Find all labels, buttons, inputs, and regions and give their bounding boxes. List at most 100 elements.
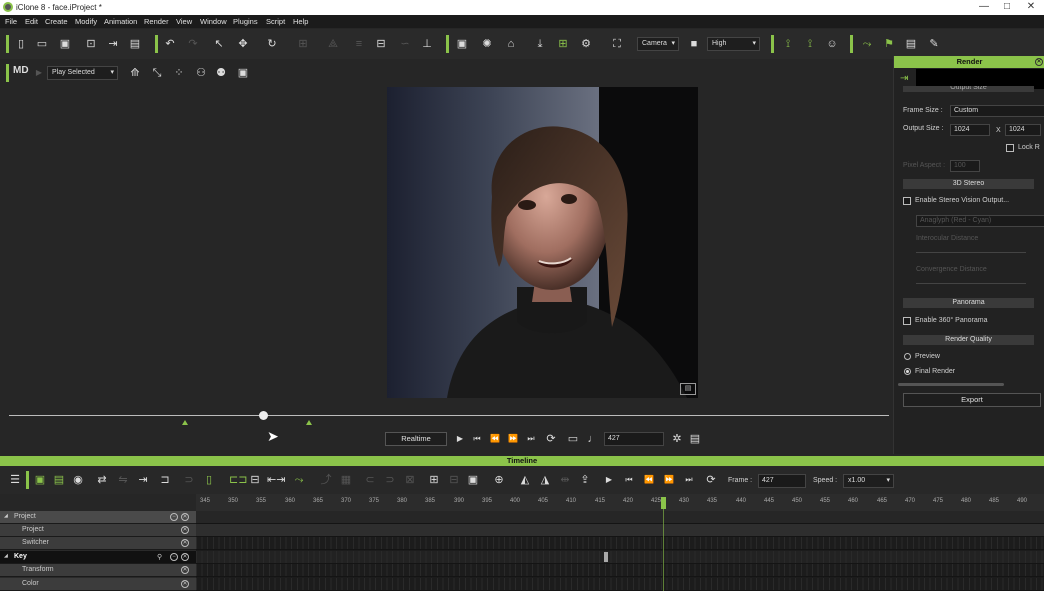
menu-file[interactable]: File	[5, 17, 17, 26]
playbar-options-icon[interactable]: ▤	[688, 432, 702, 446]
range-start-marker[interactable]	[182, 420, 188, 425]
track-lane[interactable]	[196, 551, 1044, 564]
time-slider-handle[interactable]	[259, 411, 268, 420]
stereo-heading[interactable]: 3D Stereo	[903, 179, 1034, 189]
video-camera-icon[interactable]: ■	[687, 37, 701, 51]
close-circle-icon[interactable]: ✕	[181, 526, 189, 534]
subtitle-icon[interactable]: ▭	[566, 432, 580, 446]
group-icon[interactable]: ⚉	[214, 66, 228, 80]
comment-icon[interactable]: ▤	[680, 383, 696, 395]
undo-icon[interactable]: ↶	[163, 37, 177, 51]
new-file-icon[interactable]: ▯	[14, 37, 28, 51]
distribute-icon[interactable]: ⊟	[374, 37, 388, 51]
timeline-play-icon[interactable]: ▶	[602, 473, 616, 487]
timeline-next-icon[interactable]: ⏩	[662, 473, 676, 487]
import-icon[interactable]: ⊡	[84, 37, 98, 51]
delete-key-icon[interactable]: ⊠	[403, 473, 417, 487]
quality-select[interactable]: High ▾	[707, 37, 760, 51]
music-note-icon[interactable]: ♩	[586, 432, 600, 446]
zoom-icon[interactable]: ⊕	[492, 473, 506, 487]
speed-icon[interactable]: ⊃	[182, 473, 196, 487]
track-row-transform[interactable]: Transform ✕	[0, 564, 196, 577]
split-icon[interactable]: ⊟	[248, 473, 262, 487]
viewport-icon[interactable]: ▣	[455, 37, 469, 51]
fit-range-icon[interactable]: ⇤⇥	[267, 473, 285, 487]
output-width-field[interactable]: 1024	[950, 124, 990, 136]
remove-key-icon[interactable]: ⊟	[447, 473, 461, 487]
go-to-start-icon[interactable]: ⏮	[470, 432, 484, 446]
track-list-icon[interactable]: ☰	[8, 473, 22, 487]
close-panel-icon[interactable]: ✕	[1035, 58, 1043, 66]
export-icon[interactable]: ⇥	[106, 37, 120, 51]
track-row-project[interactable]: Project ✕	[0, 524, 196, 537]
timeline-ruler[interactable]: 345 350 355 360 365 370 375 380 385 390 …	[196, 494, 1044, 511]
track-row-project-group[interactable]: ◢ Project − ✕	[0, 511, 196, 524]
render-preview[interactable]: ▤	[387, 87, 698, 398]
pose-icon[interactable]: ⟟	[781, 37, 795, 51]
blend-icon[interactable]: ▯	[202, 473, 216, 487]
maximize-button[interactable]: □	[1000, 1, 1014, 13]
track-row-switcher[interactable]: Switcher ✕	[0, 537, 196, 550]
pixel-aspect-field[interactable]: 100	[950, 160, 980, 172]
play-icon[interactable]: ▶	[32, 66, 46, 80]
export-render-icon[interactable]: ⇥	[900, 73, 908, 84]
collapse-icon[interactable]: ◢	[4, 553, 8, 559]
close-button[interactable]: ✕	[1024, 1, 1038, 13]
stereo-mode-select[interactable]: Anaglyph (Red - Cyan)	[916, 215, 1044, 227]
timeline-end-icon[interactable]: ⏭	[682, 473, 696, 487]
close-circle-icon[interactable]: ✕	[181, 513, 189, 521]
timeline-loop-icon[interactable]: ⟳	[704, 473, 718, 487]
visibility-icon[interactable]: ◉	[71, 473, 85, 487]
download-icon[interactable]: ⤓	[533, 37, 547, 51]
clipboard-icon[interactable]: ▤	[904, 37, 918, 51]
close-circle-icon[interactable]: ✕	[181, 553, 189, 561]
curve-icon[interactable]: ⤳	[292, 473, 306, 487]
panorama-heading[interactable]: Panorama	[903, 298, 1034, 308]
convergence-slider[interactable]	[916, 283, 1026, 284]
track-lane[interactable]	[196, 578, 1044, 591]
camera-select[interactable]: Camera ▾	[637, 37, 679, 51]
play-icon[interactable]: ▶	[453, 432, 467, 446]
walk-icon[interactable]: ⟰	[128, 66, 142, 80]
motion-layer-icon[interactable]: ▦	[339, 473, 353, 487]
path-icon[interactable]: ⤳	[860, 37, 874, 51]
motion-icon[interactable]: ⟟	[803, 37, 817, 51]
export-range-icon[interactable]: ⇪	[578, 473, 592, 487]
snap-icon[interactable]: ⟁	[326, 37, 340, 51]
grid-icon[interactable]: ⊞	[556, 37, 570, 51]
curve-editor-icon[interactable]: ⤴	[319, 473, 333, 487]
range-icon[interactable]: ⇹	[558, 473, 572, 487]
export-button[interactable]: Export	[903, 393, 1041, 407]
drop-to-floor-icon[interactable]: ⊥	[420, 37, 434, 51]
close-circle-icon[interactable]: ✕	[181, 566, 189, 574]
align-icon[interactable]: ≡	[352, 37, 366, 51]
next-frame-icon[interactable]: ⏩	[506, 432, 520, 446]
realtime-button[interactable]: Realtime	[385, 432, 447, 446]
fps-settings-icon[interactable]: ✲	[670, 432, 684, 446]
panel-scrollbar[interactable]	[898, 383, 1004, 386]
copy-key-icon[interactable]: ⊂	[363, 473, 377, 487]
track-lane[interactable]	[196, 511, 1044, 524]
track-lane[interactable]	[196, 524, 1044, 537]
waypoint-icon[interactable]: ⤡	[150, 66, 164, 80]
menu-window[interactable]: Window	[200, 17, 227, 26]
menu-render[interactable]: Render	[144, 17, 169, 26]
menu-help[interactable]: Help	[293, 17, 308, 26]
menu-modify[interactable]: Modify	[75, 17, 97, 26]
scale-icon[interactable]: ⊞	[296, 37, 310, 51]
clip-filter-icon[interactable]: ▤	[52, 473, 66, 487]
menu-edit[interactable]: Edit	[25, 17, 38, 26]
rotate-icon[interactable]: ↻	[265, 37, 279, 51]
flatten-icon[interactable]: ⇋	[116, 473, 130, 487]
menu-script[interactable]: Script	[266, 17, 285, 26]
track-lane[interactable]	[196, 537, 1044, 550]
lock-ratio-checkbox[interactable]	[1006, 144, 1014, 152]
key-link-icon[interactable]: ⚲	[157, 553, 162, 561]
stereo-enable-checkbox[interactable]	[903, 197, 911, 205]
frame-icon[interactable]: ⛶	[610, 37, 624, 51]
transition-icon[interactable]: ⊐	[158, 473, 172, 487]
flag-icon[interactable]: ⚑	[882, 37, 896, 51]
timeline-playhead[interactable]	[661, 497, 666, 509]
collect-clip-icon[interactable]: ⇄	[95, 473, 109, 487]
select-arrow-icon[interactable]: ↖	[212, 37, 226, 51]
